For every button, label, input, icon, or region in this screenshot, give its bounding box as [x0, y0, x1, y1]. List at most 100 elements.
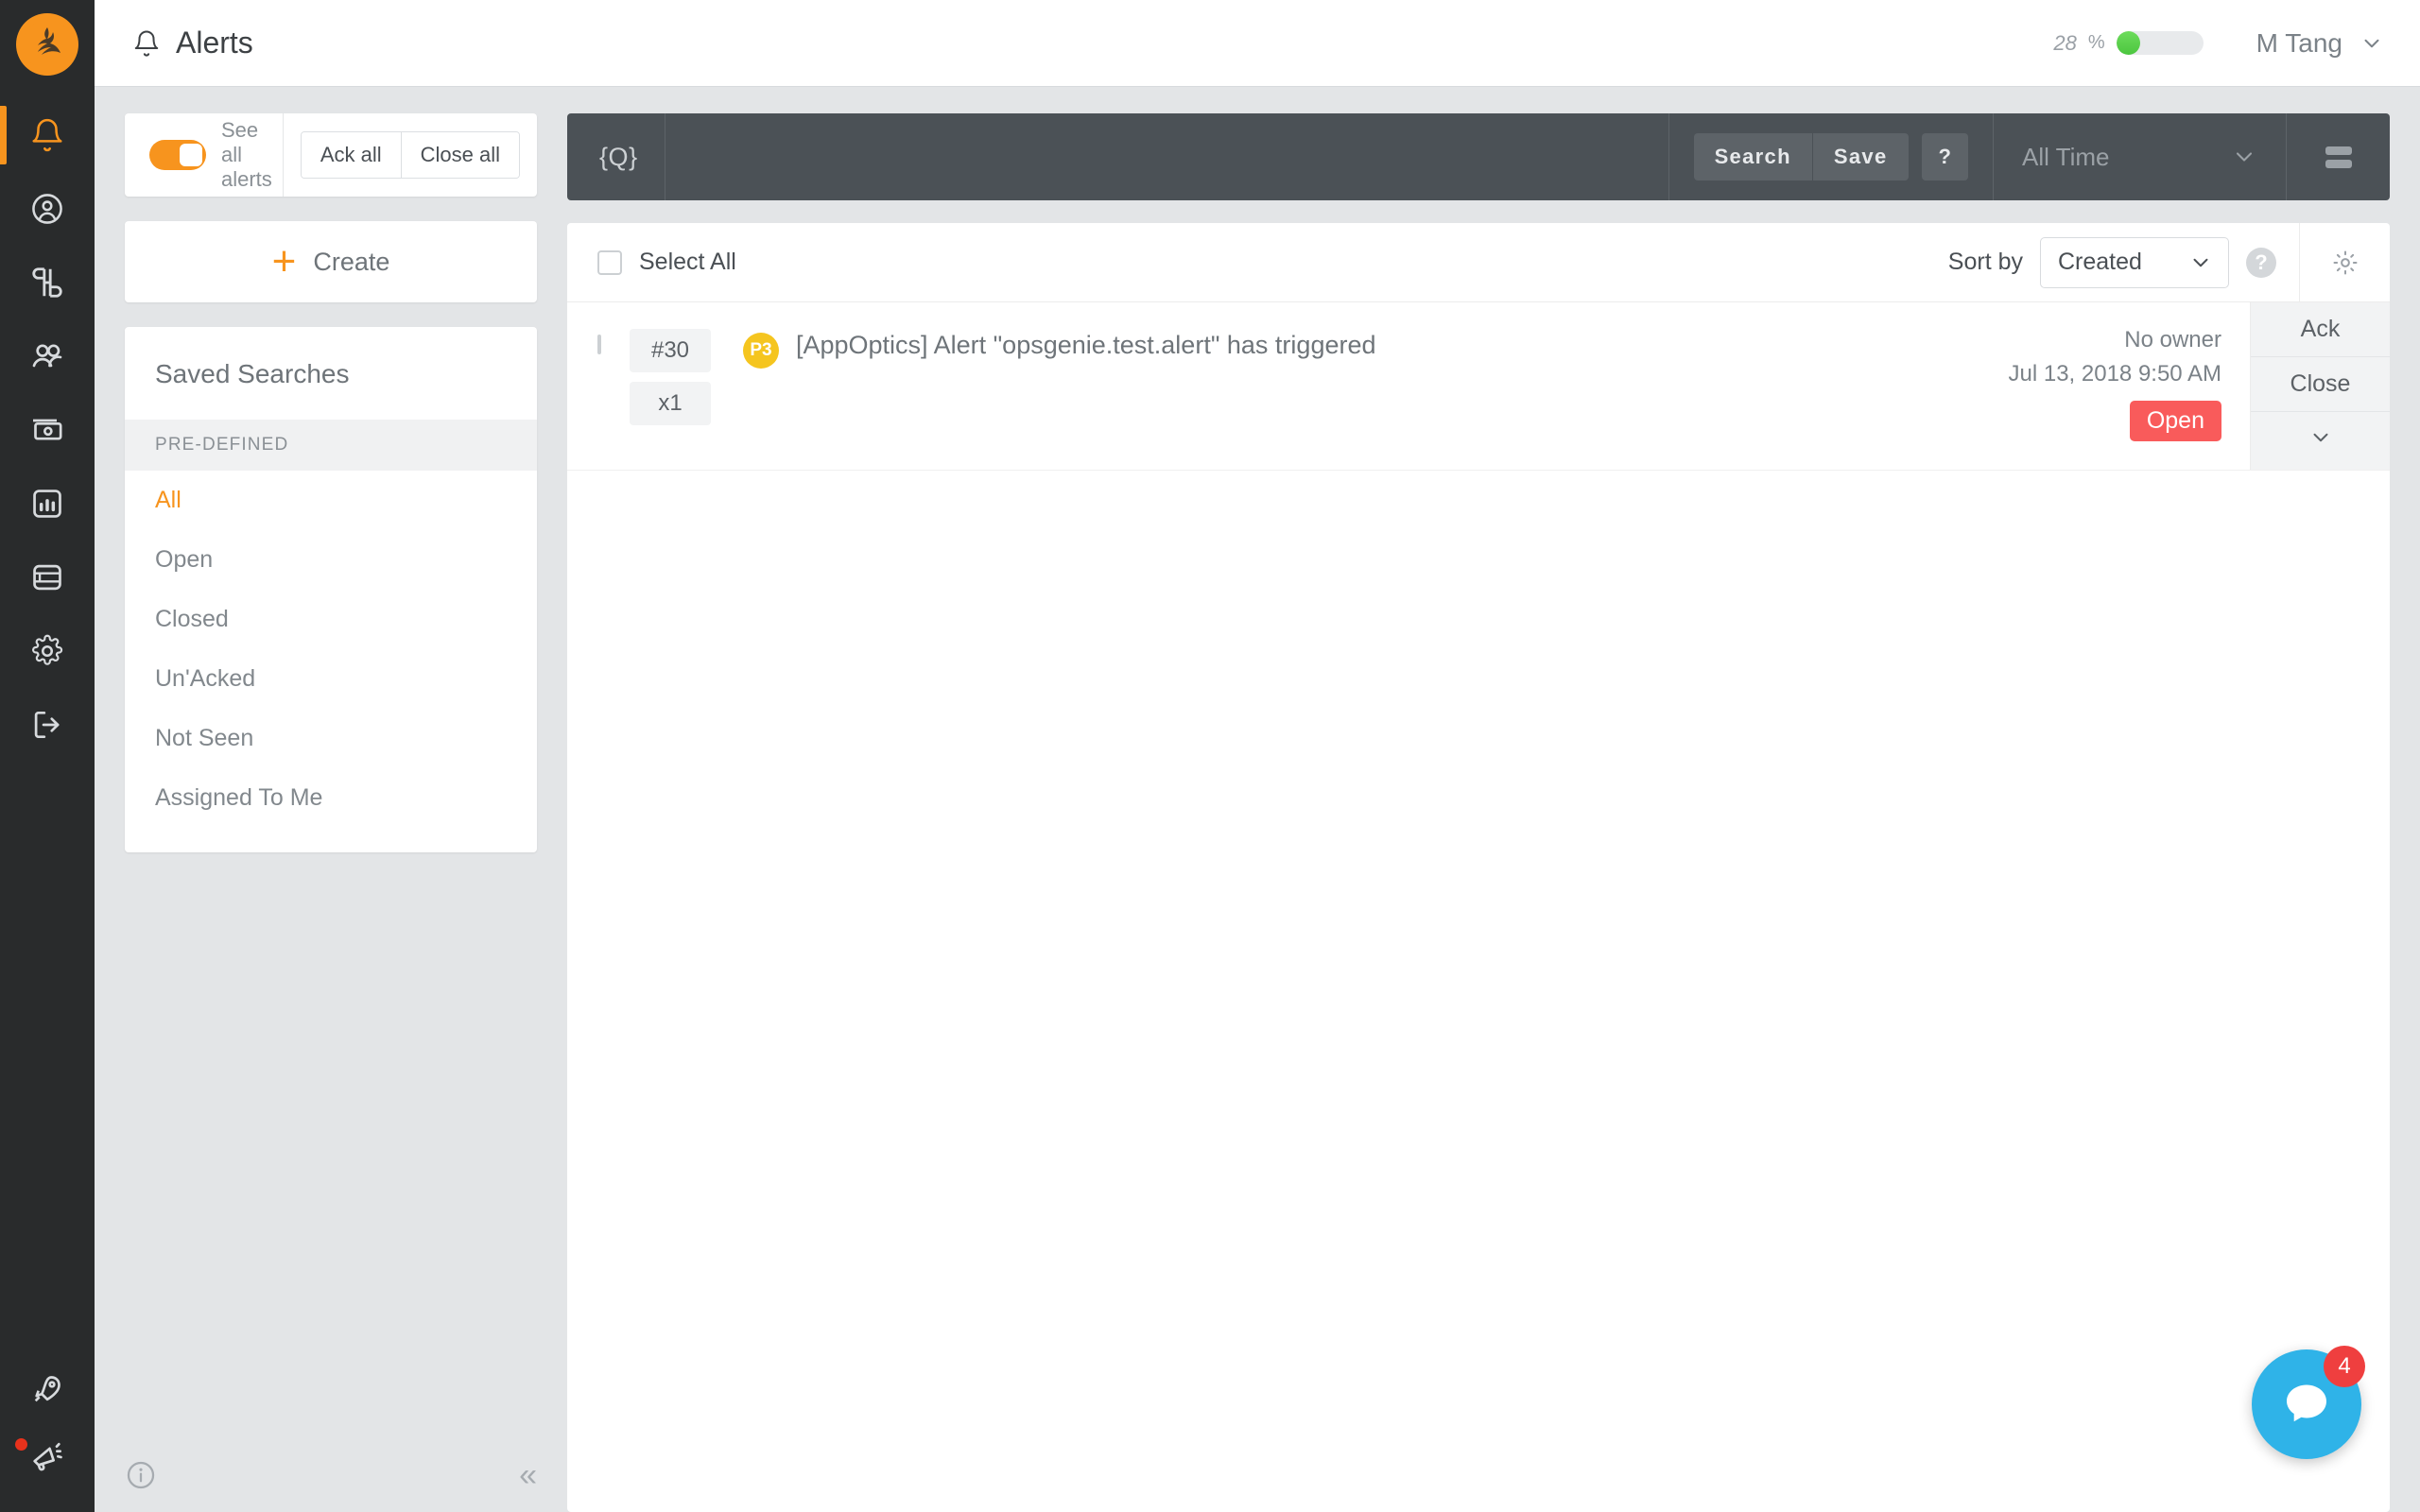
alerts-list-card: Select All Sort by Created ?: [567, 223, 2390, 1512]
integrations-icon: [29, 265, 65, 301]
list-settings-button[interactable]: [2299, 223, 2390, 301]
alerts-toggle-card: See all alerts Ack all Close all: [125, 113, 537, 197]
toggle-knob: [180, 144, 202, 166]
collapse-panel-button[interactable]: «: [519, 1459, 537, 1491]
saved-search-item-open[interactable]: Open: [125, 530, 537, 590]
create-alert-button[interactable]: + Create: [125, 221, 537, 302]
ack-button[interactable]: Ack: [2251, 302, 2390, 357]
sort-by-value: Created: [2058, 249, 2142, 276]
primary-nav-rail: [0, 0, 95, 1512]
saved-search-item-assigned-to-me[interactable]: Assigned To Me: [125, 768, 537, 828]
quota-meter: 28 %: [2053, 31, 2203, 56]
alerts-list-header: Select All Sort by Created ?: [567, 223, 2390, 302]
quota-progress-bar: [2117, 31, 2204, 55]
alert-row-main: P3 [AppOptics] Alert "opsgenie.test.aler…: [711, 302, 2009, 470]
user-menu[interactable]: M Tang: [2256, 28, 2384, 59]
info-circle-icon[interactable]: [125, 1459, 157, 1491]
sort-by-group: Sort by Created ?: [1948, 237, 2299, 288]
more-actions-button[interactable]: [2251, 412, 2390, 470]
sidebar-item-reports[interactable]: [0, 467, 95, 541]
alert-owner: No owner: [2124, 327, 2221, 353]
saved-search-item-closed[interactable]: Closed: [125, 590, 537, 649]
saved-searches-card: Saved Searches PRE-DEFINED All Open Clos…: [125, 327, 537, 852]
alert-count-tag: x1: [630, 382, 711, 425]
save-search-button[interactable]: Save: [1812, 133, 1909, 180]
content-column: Alerts 28 % M Tang: [95, 0, 2420, 1512]
see-all-alerts-group: See all alerts: [125, 113, 284, 197]
logout-icon: [29, 707, 65, 743]
gear-icon: [2331, 249, 2360, 277]
sort-help-icon[interactable]: ?: [2246, 248, 2276, 278]
bell-icon: [29, 117, 65, 153]
close-all-button[interactable]: Close all: [401, 132, 519, 178]
page-title-label: Alerts: [176, 26, 253, 60]
close-button[interactable]: Close: [2251, 357, 2390, 412]
sidebar-item-settings[interactable]: [0, 614, 95, 688]
alert-row-meta: No owner Jul 13, 2018 9:50 AM Open: [2009, 302, 2251, 470]
chevron-down-icon: [2360, 31, 2384, 56]
status-badge: Open: [2130, 401, 2221, 441]
sidebar-item-teams[interactable]: [0, 319, 95, 393]
time-range-select[interactable]: All Time: [1993, 113, 2286, 200]
page-title: Alerts: [132, 26, 253, 60]
alert-row-tags: #30 x1: [601, 302, 711, 470]
user-name-label: M Tang: [2256, 28, 2342, 59]
chat-unread-badge: 4: [2324, 1346, 2365, 1387]
sidebar-item-integrations[interactable]: [0, 246, 95, 319]
search-button[interactable]: Search: [1694, 133, 1812, 180]
megaphone-icon: [28, 1438, 66, 1476]
sidebar-item-whats-new[interactable]: [0, 1355, 95, 1423]
bulk-actions-group: Ack all Close all: [284, 113, 537, 197]
bell-icon: [132, 29, 161, 58]
users-icon: [28, 337, 66, 375]
chevron-down-icon: [2188, 250, 2213, 275]
priority-badge: P3: [743, 333, 779, 369]
saved-searches-section-label: PRE-DEFINED: [125, 420, 537, 471]
table-row[interactable]: #30 x1 P3 [AppOptics] Alert "opsgenie.te…: [567, 302, 2390, 471]
announcement-badge-dot: [15, 1438, 27, 1451]
sidebar-item-logout[interactable]: [0, 688, 95, 762]
time-range-value: All Time: [2022, 143, 2109, 172]
sort-by-label: Sort by: [1948, 249, 2023, 276]
bulk-action-buttons: Ack all Close all: [301, 131, 520, 179]
app-root: Alerts 28 % M Tang: [0, 0, 2420, 1512]
quota-unit: %: [2088, 32, 2105, 54]
sidebar-item-logs[interactable]: [0, 541, 95, 614]
query-syntax-icon[interactable]: {Q}: [567, 113, 665, 200]
saved-search-item-unacked[interactable]: Un'Acked: [125, 649, 537, 709]
saved-search-item-all[interactable]: All: [125, 471, 537, 530]
search-bar: {Q} Search Save ? All Time: [567, 113, 2390, 200]
main-content: {Q} Search Save ? All Time: [567, 87, 2420, 1512]
sidebar-item-billing[interactable]: [0, 393, 95, 467]
left-panel: See all alerts Ack all Close all + Creat…: [95, 87, 567, 1512]
see-all-alerts-toggle[interactable]: [149, 140, 206, 170]
opsgenie-logo-icon[interactable]: [16, 13, 78, 76]
search-save-group: Search Save: [1694, 133, 1909, 180]
search-actions: Search Save ?: [1668, 113, 1993, 200]
sort-by-select[interactable]: Created: [2040, 237, 2229, 288]
search-input[interactable]: [666, 144, 1668, 170]
search-help-button[interactable]: ?: [1922, 133, 1968, 180]
alert-id-tag: #30: [630, 329, 711, 372]
sidebar-item-alerts[interactable]: [0, 98, 95, 172]
page-body: See all alerts Ack all Close all + Creat…: [95, 87, 2420, 1512]
select-all-checkbox[interactable]: [597, 250, 622, 275]
saved-searches-title: Saved Searches: [125, 327, 537, 420]
chat-launcher-button[interactable]: 4: [2252, 1349, 2361, 1459]
plus-icon: +: [272, 241, 297, 283]
ack-all-button[interactable]: Ack all: [302, 132, 401, 178]
list-density-toggle[interactable]: [2286, 113, 2390, 200]
list-density-icon: [2325, 146, 2352, 168]
rocket-icon: [28, 1370, 66, 1408]
top-bar: Alerts 28 % M Tang: [95, 0, 2420, 87]
bar-chart-icon: [29, 486, 65, 522]
alert-message[interactable]: [AppOptics] Alert "opsgenie.test.alert" …: [796, 331, 1376, 470]
search-input-wrap: [665, 113, 1668, 200]
money-icon: [28, 411, 66, 449]
sidebar-item-announcements[interactable]: [0, 1423, 95, 1491]
saved-search-item-not-seen[interactable]: Not Seen: [125, 709, 537, 768]
user-circle-icon: [29, 191, 65, 227]
sidebar-item-on-call[interactable]: [0, 172, 95, 246]
chat-bubble-icon: [2280, 1378, 2333, 1431]
alert-row-actions: Ack Close: [2250, 302, 2390, 470]
